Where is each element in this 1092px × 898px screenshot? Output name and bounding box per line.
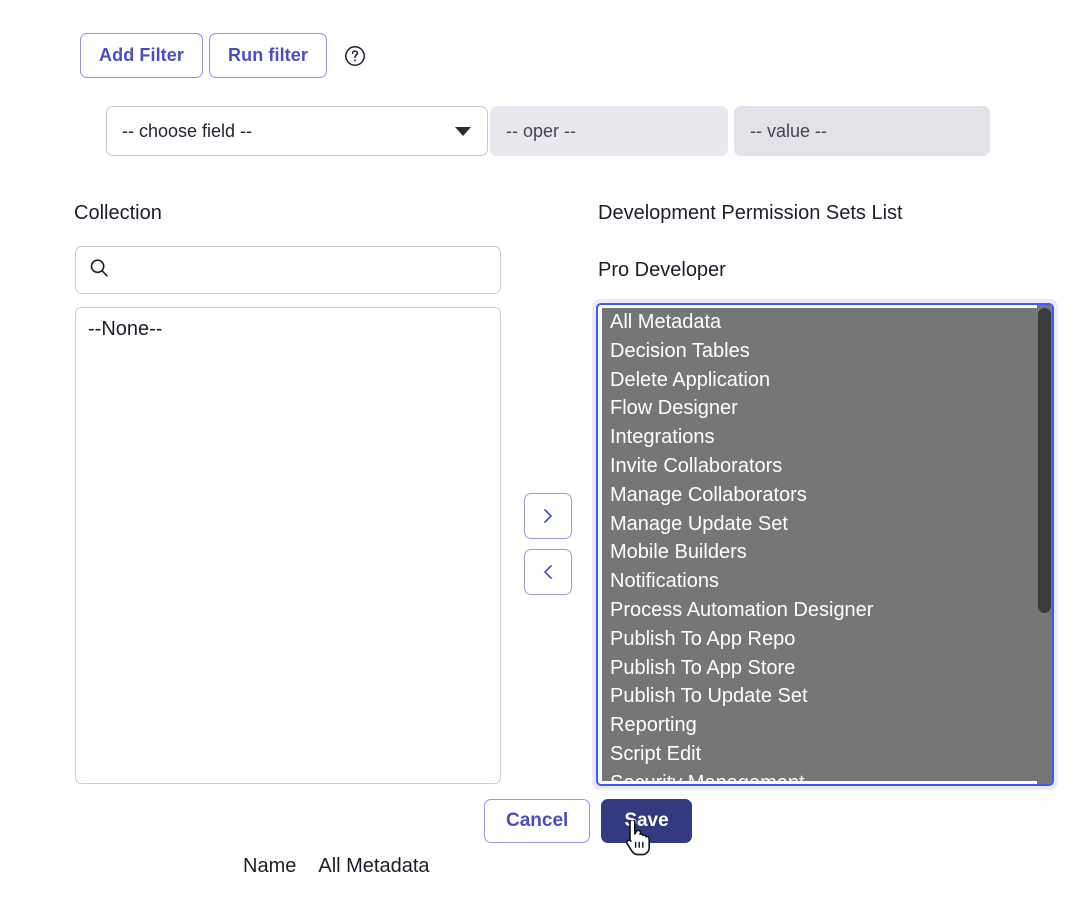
list-item[interactable]: Flow Designer bbox=[602, 394, 1048, 423]
filter-value-input[interactable]: -- value -- bbox=[734, 106, 990, 156]
filter-operator-value: -- oper -- bbox=[506, 120, 577, 141]
dialog-footer: Cancel Save bbox=[484, 799, 692, 843]
list-item[interactable]: Delete Application bbox=[602, 366, 1048, 395]
list-item[interactable]: Integrations bbox=[602, 423, 1048, 452]
transfer-button-group bbox=[524, 493, 572, 595]
list-item[interactable]: All Metadata bbox=[602, 308, 1048, 337]
list-item[interactable]: Notifications bbox=[602, 567, 1048, 596]
list-item[interactable]: Publish To App Repo bbox=[602, 625, 1048, 654]
record-name-value: All Metadata bbox=[318, 855, 430, 877]
filter-field-select[interactable]: -- choose field -- bbox=[106, 106, 488, 156]
list-item[interactable]: Invite Collaborators bbox=[602, 452, 1048, 481]
chevron-left-icon bbox=[544, 565, 552, 579]
collection-label: Collection bbox=[74, 202, 162, 224]
collection-source-list[interactable]: --None-- bbox=[75, 307, 501, 784]
list-item[interactable]: Mobile Builders bbox=[602, 538, 1048, 567]
add-filter-button[interactable]: Add Filter bbox=[80, 33, 203, 78]
list-item[interactable]: Decision Tables bbox=[602, 337, 1048, 366]
list-item[interactable]: Process Automation Designer bbox=[602, 596, 1048, 625]
list-item[interactable]: Security Management bbox=[602, 769, 1048, 781]
search-icon bbox=[88, 257, 110, 284]
record-name-label: Name bbox=[243, 855, 297, 877]
filter-condition-row: -- choose field -- -- oper -- -- value -… bbox=[106, 106, 990, 156]
listbox-scrollbar[interactable] bbox=[1037, 305, 1052, 784]
chevron-right-icon bbox=[544, 509, 552, 523]
collection-search-input[interactable] bbox=[110, 259, 500, 281]
list-item[interactable]: Publish To Update Set bbox=[602, 682, 1048, 711]
pro-developer-label: Pro Developer bbox=[598, 259, 726, 281]
collection-search-box[interactable] bbox=[75, 246, 501, 294]
run-filter-button[interactable]: Run filter bbox=[209, 33, 327, 78]
listbox-scrollbar-thumb[interactable] bbox=[1038, 308, 1051, 613]
filter-toolbar: Add Filter Run filter bbox=[80, 33, 367, 78]
move-left-button[interactable] bbox=[524, 549, 572, 595]
list-item[interactable]: Publish To App Store bbox=[602, 654, 1048, 683]
record-name-row: Name All Metadata bbox=[243, 855, 430, 878]
chevron-down-icon bbox=[455, 126, 471, 136]
list-item[interactable]: Manage Collaborators bbox=[602, 481, 1048, 510]
save-button[interactable]: Save bbox=[601, 799, 692, 843]
list-item[interactable]: Manage Update Set bbox=[602, 510, 1048, 539]
cancel-button[interactable]: Cancel bbox=[484, 799, 591, 843]
list-item[interactable]: Script Edit bbox=[602, 740, 1048, 769]
filter-value-text: -- value -- bbox=[750, 120, 828, 141]
permission-sets-listbox[interactable]: All Metadata Decision Tables Delete Applic… bbox=[596, 303, 1054, 786]
permission-sets-list-label: Development Permission Sets List bbox=[598, 202, 903, 224]
permission-sets-options[interactable]: All Metadata Decision Tables Delete Applic… bbox=[602, 308, 1048, 781]
move-right-button[interactable] bbox=[524, 493, 572, 539]
list-item[interactable]: --None-- bbox=[76, 314, 500, 346]
filter-field-value: -- choose field -- bbox=[122, 120, 253, 141]
filter-operator-select[interactable]: -- oper -- bbox=[490, 106, 728, 156]
list-item[interactable]: Reporting bbox=[602, 711, 1048, 740]
permission-sets-listbox-wrapper: All Metadata Decision Tables Delete Applic… bbox=[592, 299, 1058, 790]
question-circle-icon[interactable] bbox=[343, 44, 367, 68]
